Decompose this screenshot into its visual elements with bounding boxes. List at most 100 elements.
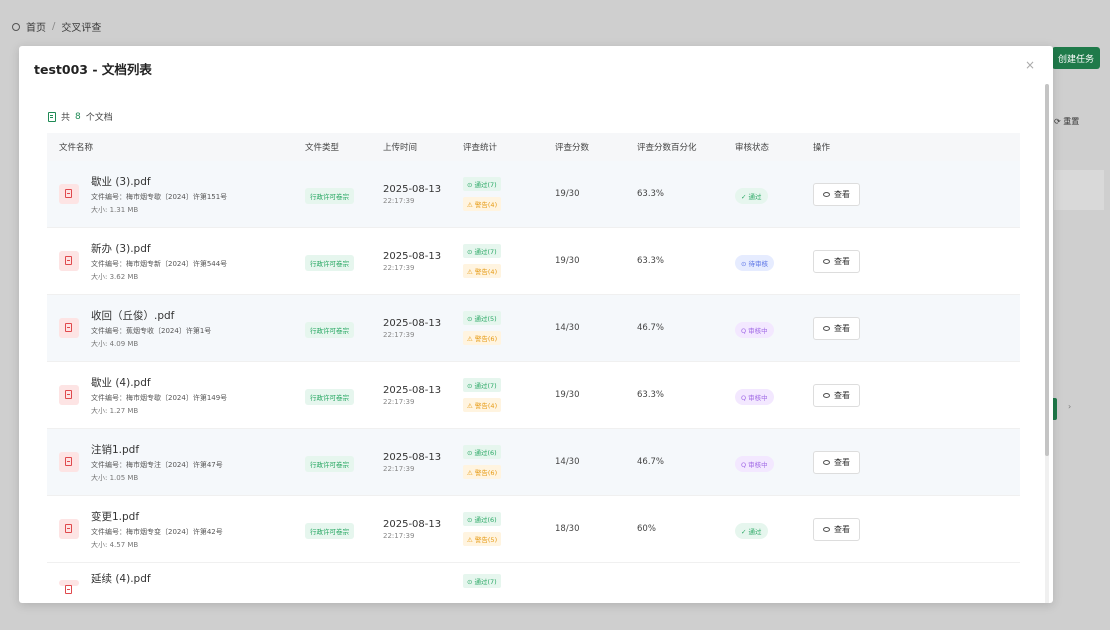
stat-cell: ⊙ 通过(7) ⚠ 警告(4) <box>463 177 555 211</box>
upload-date: 2025-08-13 <box>383 518 442 530</box>
pdf-file-icon <box>59 452 79 472</box>
type-cell: 行政许可卷宗 <box>305 519 383 539</box>
percent-value: 46.7% <box>637 457 665 467</box>
file-info: 变更1.pdf 文件编号：梅市烟专变〔2024〕许第42号 大小: 4.57 M… <box>91 509 223 550</box>
file-cell: 歇业 (4).pdf 文件编号：梅市烟专歇〔2024〕许第149号 大小: 1.… <box>47 375 305 416</box>
status-badge: Q 审核中 <box>735 456 774 472</box>
pass-count-badge: ⊙ 通过(7) <box>463 177 501 191</box>
upload-clock: 22:17:39 <box>383 531 415 540</box>
status-badge: Q 审核中 <box>735 389 774 405</box>
breadcrumb-current: 交叉评查 <box>61 23 102 34</box>
stat-cell: ⊙ 通过(6) ⚠ 警告(6) <box>463 445 555 479</box>
count-number: 8 <box>75 111 81 122</box>
scrollbar[interactable] <box>1045 84 1049 603</box>
close-icon[interactable]: × <box>1025 58 1035 72</box>
stat-cell: ⊙ 通过(6) ⚠ 警告(5) <box>463 512 555 546</box>
stat-cell: ⊙ 通过(7) ⚠ 警告(4) <box>463 378 555 412</box>
scrollbar-thumb[interactable] <box>1045 84 1049 456</box>
score-value: 14/30 <box>555 457 580 467</box>
create-task-button[interactable]: 创建任务 <box>1052 47 1100 69</box>
reset-label: 重置 <box>1063 117 1080 126</box>
breadcrumb-separator: / <box>52 21 56 32</box>
warning-count-badge: ⚠ 警告(4) <box>463 197 502 211</box>
pass-count-badge: ⊙ 通过(6) <box>463 445 501 459</box>
pass-count-badge: ⊙ 通过(6) <box>463 512 501 526</box>
view-button[interactable]: 查看 <box>813 384 860 407</box>
action-cell: 查看 <box>813 383 913 407</box>
action-cell: 查看 <box>813 249 913 273</box>
pagination-arrow-icon: › <box>1068 402 1072 411</box>
document-icon <box>48 111 56 122</box>
reset-button[interactable]: ⟳ 重置 <box>1054 116 1079 127</box>
view-label: 查看 <box>834 324 850 333</box>
header-stat: 评查统计 <box>463 143 498 153</box>
eye-icon <box>823 460 830 465</box>
stat-cell: ⊙ 通过(5) ⚠ 警告(6) <box>463 311 555 345</box>
eye-icon <box>823 259 830 264</box>
file-size: 大小: 1.31 MB <box>91 205 139 214</box>
type-cell: 行政许可卷宗 <box>305 385 383 405</box>
breadcrumb: 首页 / 交叉评查 <box>12 19 101 34</box>
eye-icon <box>823 527 830 532</box>
time-cell: 2025-08-13 22:17:39 <box>383 251 463 272</box>
status-badge: Q 审核中 <box>735 322 774 338</box>
status-badge: ⊙ 待审核 <box>735 255 775 271</box>
table-row: 新办 (3).pdf 文件编号：梅市烟专新〔2024〕许第544号 大小: 3.… <box>47 228 1020 295</box>
warning-count-badge: ⚠ 警告(4) <box>463 398 502 412</box>
status-badge: ✓ 通过 <box>735 523 768 539</box>
home-icon <box>12 22 20 31</box>
view-button[interactable]: 查看 <box>813 451 860 474</box>
file-number: 文件编号：梅市烟专注〔2024〕许第47号 <box>91 460 223 469</box>
stat-cell: ⊙ 通过(7) <box>463 569 555 588</box>
percent-value: 63.3% <box>637 390 665 400</box>
percent-value: 60% <box>637 524 656 534</box>
type-cell: 行政许可卷宗 <box>305 318 383 338</box>
pass-count-badge: ⊙ 通过(7) <box>463 573 501 588</box>
view-button[interactable]: 查看 <box>813 250 860 273</box>
file-size: 大小: 3.62 MB <box>91 272 139 281</box>
type-cell: 行政许可卷宗 <box>305 452 383 472</box>
view-label: 查看 <box>834 391 850 400</box>
eye-icon <box>823 192 830 197</box>
upload-date: 2025-08-13 <box>383 384 442 396</box>
upload-date: 2025-08-13 <box>383 250 442 262</box>
view-button[interactable]: 查看 <box>813 317 860 340</box>
score-value: 19/30 <box>555 189 580 199</box>
view-button[interactable]: 查看 <box>813 183 860 206</box>
pdf-file-icon <box>59 385 79 405</box>
header-status: 审核状态 <box>735 143 770 153</box>
file-number: 文件编号：梅市烟专新〔2024〕许第544号 <box>91 259 228 268</box>
document-list-modal: test003 - 文档列表 × 共 8 个文档 文件名称 文件类型 上传时间 … <box>19 46 1053 603</box>
count-prefix: 共 <box>61 113 71 123</box>
type-cell: 行政许可卷宗 <box>305 184 383 204</box>
status-cell: Q 审核中 <box>735 385 813 405</box>
table-row: 收回（丘俊）.pdf 文件编号：蕉烟专收〔2024〕许第1号 大小: 4.09 … <box>47 295 1020 362</box>
breadcrumb-home[interactable]: 首页 <box>26 19 46 34</box>
upload-clock: 22:17:39 <box>383 397 415 406</box>
score-value: 19/30 <box>555 256 580 266</box>
upload-date: 2025-08-13 <box>383 317 442 329</box>
view-button[interactable]: 查看 <box>813 518 860 541</box>
file-cell: 注销1.pdf 文件编号：梅市烟专注〔2024〕许第47号 大小: 1.05 M… <box>47 442 305 483</box>
warning-count-badge: ⚠ 警告(6) <box>463 465 502 479</box>
file-type-badge: 行政许可卷宗 <box>305 322 354 338</box>
document-table: 文件名称 文件类型 上传时间 评查统计 评查分数 评查分数百分化 审核状态 操作… <box>47 133 1020 594</box>
file-cell: 新办 (3).pdf 文件编号：梅市烟专新〔2024〕许第544号 大小: 3.… <box>47 241 305 282</box>
file-size: 大小: 1.27 MB <box>91 406 139 415</box>
document-count: 共 8 个文档 <box>48 110 113 123</box>
file-cell: 变更1.pdf 文件编号：梅市烟专变〔2024〕许第42号 大小: 4.57 M… <box>47 509 305 550</box>
file-name: 歇业 (4).pdf <box>91 376 151 389</box>
view-label: 查看 <box>834 525 850 534</box>
header-pct: 评查分数百分化 <box>637 143 697 153</box>
file-cell: 歇业 (3).pdf 文件编号：梅市烟专歇〔2024〕许第151号 大小: 1.… <box>47 174 305 215</box>
status-badge: ✓ 通过 <box>735 188 768 204</box>
pass-count-badge: ⊙ 通过(7) <box>463 244 501 258</box>
warning-count-badge: ⚠ 警告(4) <box>463 264 502 278</box>
file-type-badge: 行政许可卷宗 <box>305 456 354 472</box>
pdf-file-icon <box>59 251 79 271</box>
file-number: 文件编号：蕉烟专收〔2024〕许第1号 <box>91 326 212 335</box>
table-row: 变更1.pdf 文件编号：梅市烟专变〔2024〕许第42号 大小: 4.57 M… <box>47 496 1020 563</box>
score-value: 19/30 <box>555 390 580 400</box>
file-size: 大小: 1.05 MB <box>91 473 139 482</box>
warning-count-badge: ⚠ 警告(6) <box>463 331 502 345</box>
